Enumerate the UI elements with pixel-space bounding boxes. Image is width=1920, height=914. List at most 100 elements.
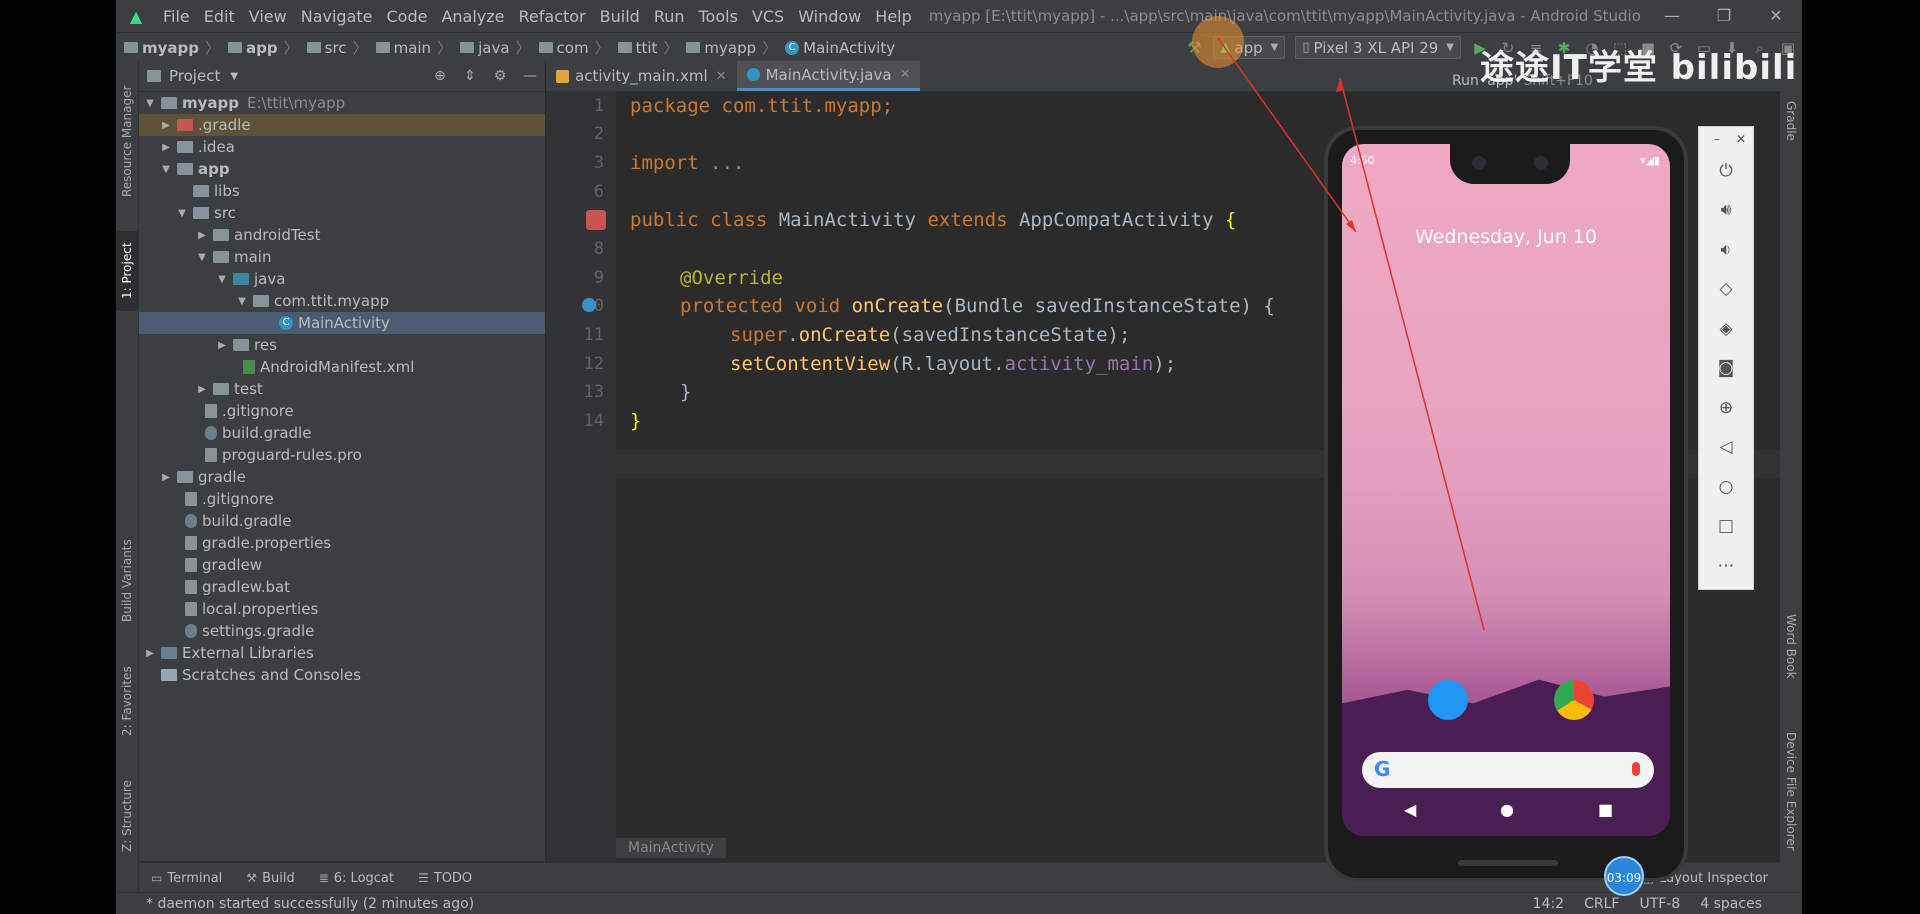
tool-favorites[interactable]: 2: Favorites	[116, 661, 138, 741]
gear-icon[interactable]: ⚙	[485, 68, 515, 84]
tree-item-main[interactable]: ▼ main	[139, 246, 545, 268]
menu-analyze[interactable]: Analyze	[434, 7, 511, 26]
tree-item-java[interactable]: ▼ java	[139, 268, 545, 290]
breadcrumb-src[interactable]: src	[325, 39, 347, 57]
tree-item-external-libraries[interactable]: ▶ External Libraries	[139, 642, 545, 664]
tree-item-test[interactable]: ▶ test	[139, 378, 545, 400]
breadcrumb-myapp-pkg[interactable]: myapp	[704, 39, 756, 57]
tree-item-androidtest[interactable]: ▶ androidTest	[139, 224, 545, 246]
hide-icon[interactable]: —	[515, 68, 545, 84]
tool-todo[interactable]: ☰ TODO	[406, 871, 484, 886]
assistant-mic-icon[interactable]	[1632, 762, 1640, 776]
tab-mainactivity-java[interactable]: MainActivity.java ✕	[736, 61, 921, 91]
menu-view[interactable]: View	[242, 7, 294, 26]
volume-down-icon[interactable]: 🔉︎	[1699, 230, 1753, 270]
close-icon[interactable]: ✕	[1750, 0, 1802, 32]
tool-terminal[interactable]: ▭ Terminal	[139, 871, 234, 886]
status-message[interactable]: * daemon started successfully (2 minutes…	[146, 896, 474, 912]
tree-item-local-properties[interactable]: local.properties	[139, 598, 545, 620]
menu-file[interactable]: File	[156, 7, 197, 26]
tree-item-app-build-gradle[interactable]: build.gradle	[139, 422, 545, 444]
tool-build[interactable]: ⚒ Build	[234, 871, 306, 886]
minimize-icon[interactable]: —	[1646, 0, 1698, 32]
tool-resource-manager[interactable]: Resource Manager	[116, 81, 138, 201]
tree-item-gradle-dir[interactable]: ▶ .gradle	[139, 114, 545, 136]
tool-word-book[interactable]: Word Book	[1780, 601, 1802, 691]
tree-item-src[interactable]: ▼ src	[139, 202, 545, 224]
chevron-down-icon[interactable]: ▼	[230, 71, 238, 82]
tree-item-mainactivity[interactable]: C MainActivity	[139, 312, 545, 334]
collapse-all-icon[interactable]: ⇕	[455, 68, 485, 84]
tree-item-gradle-properties[interactable]: gradle.properties	[139, 532, 545, 554]
tool-structure[interactable]: Z: Structure	[116, 771, 138, 861]
tool-device-file-explorer[interactable]: Device File Explorer	[1780, 721, 1802, 861]
tool-project[interactable]: 1: Project	[116, 231, 138, 311]
back-icon[interactable]: ◁	[1699, 428, 1753, 468]
menu-code[interactable]: Code	[380, 7, 435, 26]
tree-item-gradlew-bat[interactable]: gradlew.bat	[139, 576, 545, 598]
breadcrumb-ttit[interactable]: ttit	[636, 39, 658, 57]
more-options-icon[interactable]: ⋯	[1699, 546, 1753, 586]
breadcrumb-mainactivity[interactable]: MainActivity	[803, 39, 895, 57]
power-icon[interactable]: ⏻	[1699, 151, 1753, 191]
device-select[interactable]: ▯ Pixel 3 XL API 29 ▼	[1295, 36, 1461, 59]
messages-app-icon[interactable]	[1428, 680, 1468, 720]
rotate-left-icon[interactable]: ◇	[1699, 270, 1753, 310]
tool-build-variants[interactable]: Build Variants	[116, 531, 138, 631]
overview-nav-icon[interactable]: ■	[1598, 800, 1613, 819]
tree-item-gitignore[interactable]: .gitignore	[139, 488, 545, 510]
line-separator[interactable]: CRLF	[1584, 896, 1619, 912]
menu-vcs[interactable]: VCS	[745, 7, 791, 26]
locate-icon[interactable]: ⊕	[425, 68, 455, 84]
tool-logcat[interactable]: ≣ 6: Logcat	[307, 871, 406, 886]
project-view-select[interactable]: Project	[169, 67, 220, 85]
tree-item-build-gradle[interactable]: build.gradle	[139, 510, 545, 532]
menu-run[interactable]: Run	[647, 7, 692, 26]
indent-setting[interactable]: 4 spaces	[1700, 896, 1762, 912]
menu-build[interactable]: Build	[593, 7, 647, 26]
tab-activity-main-xml[interactable]: activity_main.xml ✕	[546, 61, 737, 91]
home-icon[interactable]: ○	[1699, 467, 1753, 507]
tree-item-package[interactable]: ▼ com.ttit.myapp	[139, 290, 545, 312]
minimize-icon[interactable]: –	[1705, 127, 1729, 151]
override-marker-icon[interactable]	[582, 298, 596, 312]
breadcrumb-main[interactable]: main	[394, 39, 431, 57]
tree-item-manifest[interactable]: AndroidManifest.xml	[139, 356, 545, 378]
tree-item-gradlew[interactable]: gradlew	[139, 554, 545, 576]
tree-item-app-gitignore[interactable]: .gitignore	[139, 400, 545, 422]
caret-position[interactable]: 14:2	[1533, 896, 1564, 912]
tree-item-myapp[interactable]: ▼ myapp E:\ttit\myapp	[139, 92, 545, 114]
phone-screen[interactable]: 4:50 ▾◢▮ Wednesday, Jun 10 G ◀ ● ■	[1342, 144, 1670, 836]
rotate-right-icon[interactable]: ◈	[1699, 309, 1753, 349]
menu-help[interactable]: Help	[868, 7, 918, 26]
zoom-icon[interactable]: ⊕	[1699, 388, 1753, 428]
menu-window[interactable]: Window	[791, 7, 868, 26]
breadcrumb-myapp[interactable]: myapp	[142, 39, 199, 57]
screenshot-camera-icon[interactable]: ◙	[1699, 349, 1753, 389]
home-nav-icon[interactable]: ●	[1500, 800, 1514, 819]
menu-tools[interactable]: Tools	[692, 7, 745, 26]
tree-item-proguard[interactable]: proguard-rules.pro	[139, 444, 545, 466]
breadcrumb-java[interactable]: java	[478, 39, 509, 57]
restore-icon[interactable]: ❐	[1698, 0, 1750, 32]
menu-edit[interactable]: Edit	[197, 7, 242, 26]
breadcrumb-app[interactable]: app	[246, 39, 278, 57]
menu-refactor[interactable]: Refactor	[512, 7, 593, 26]
tool-gradle[interactable]: Gradle	[1780, 81, 1802, 161]
volume-up-icon[interactable]: 🔊︎	[1699, 191, 1753, 231]
layout-marker-icon[interactable]	[586, 210, 606, 230]
close-icon[interactable]: ✕	[1729, 127, 1753, 151]
overview-icon[interactable]: □	[1699, 507, 1753, 547]
tree-item-idea[interactable]: ▶ .idea	[139, 136, 545, 158]
tree-item-libs[interactable]: libs	[139, 180, 545, 202]
back-nav-icon[interactable]: ◀	[1404, 800, 1416, 819]
tree-item-app[interactable]: ▼ app	[139, 158, 545, 180]
tree-item-settings-gradle[interactable]: settings.gradle	[139, 620, 545, 642]
tree-item-gradle[interactable]: ▶ gradle	[139, 466, 545, 488]
google-search-bar[interactable]: G	[1362, 752, 1654, 788]
file-encoding[interactable]: UTF-8	[1639, 896, 1680, 912]
tree-item-res[interactable]: ▶ res	[139, 334, 545, 356]
tree-item-scratches[interactable]: Scratches and Consoles	[139, 664, 545, 686]
close-tab-icon[interactable]: ✕	[716, 69, 727, 84]
breadcrumb-com[interactable]: com	[557, 39, 589, 57]
